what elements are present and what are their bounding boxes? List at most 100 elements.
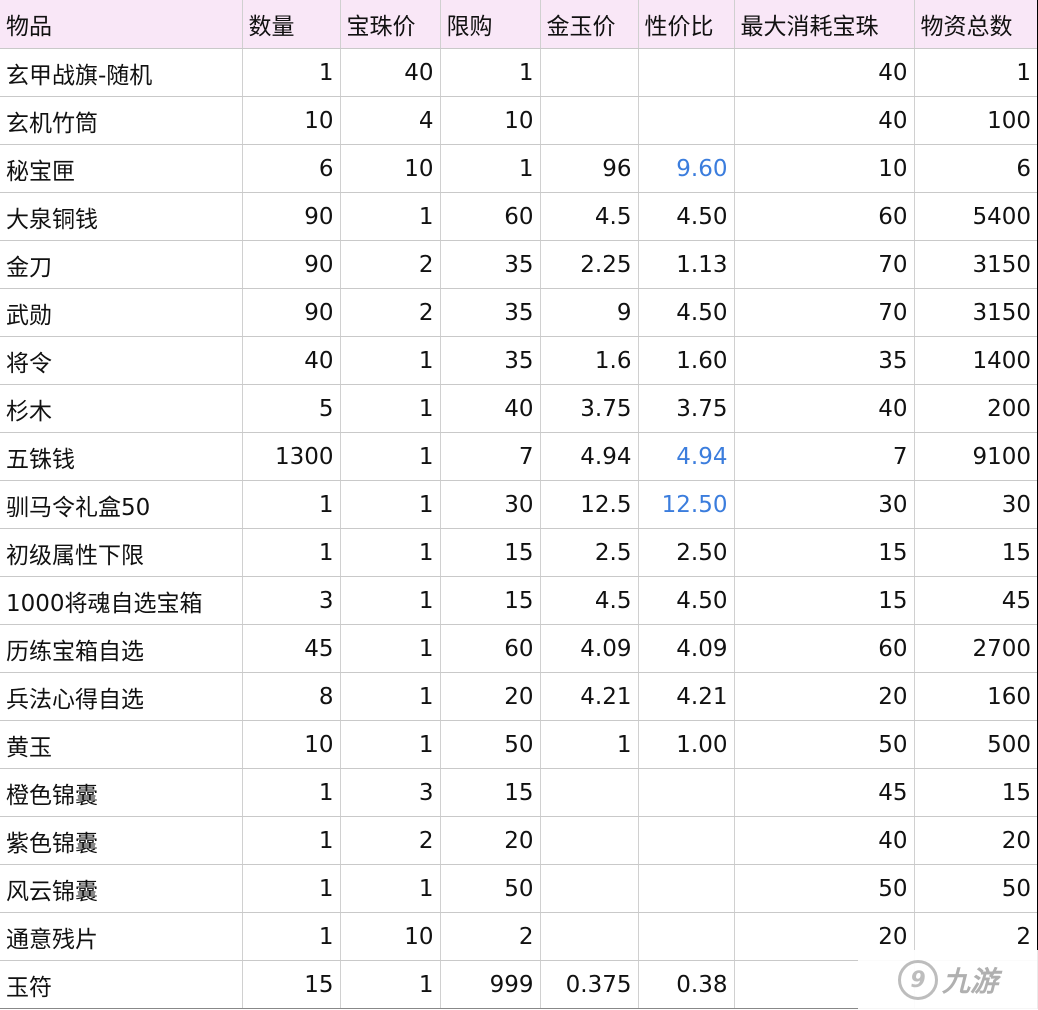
col-value-ratio-cell: [638, 912, 735, 961]
col-item-cell: 通意残片: [0, 912, 243, 961]
col-limit-cell: 20: [440, 672, 541, 721]
col-max-pearl-cell: 60: [734, 192, 915, 241]
col-total-cell: 15: [914, 528, 1038, 577]
col-jade-price-cell: [540, 912, 639, 961]
col-limit-cell: 15: [440, 576, 541, 625]
col-jade-price-cell: 2.5: [540, 528, 639, 577]
col-item-cell: 秘宝匣: [0, 144, 243, 193]
col-qty-cell: 90: [242, 192, 341, 241]
col-value-ratio-cell: [638, 48, 735, 97]
col-item-cell: 金刀: [0, 240, 243, 289]
col-total-cell: 30: [914, 480, 1038, 529]
col-max-pearl-header: 最大消耗宝珠: [734, 0, 915, 49]
col-limit-cell: 40: [440, 384, 541, 433]
col-value-ratio-cell: [638, 96, 735, 145]
col-max-pearl-cell: 20: [734, 672, 915, 721]
col-max-pearl-cell: 70: [734, 240, 915, 289]
col-limit-cell: 999: [440, 960, 541, 1009]
col-pearl-price-cell: 1: [340, 384, 441, 433]
table-row: 驯马令礼盒50 1 1 30 12.5 12.50 30 30: [0, 480, 1038, 529]
col-qty-cell: 3: [242, 576, 341, 625]
col-pearl-price-cell: 1: [340, 528, 441, 577]
col-max-pearl-cell: 50: [734, 864, 915, 913]
col-pearl-price-cell: 1: [340, 432, 441, 481]
col-total-cell: 5400: [914, 192, 1038, 241]
col-jade-price-cell: 0.375: [540, 960, 639, 1009]
col-item-cell: 玉符: [0, 960, 243, 1009]
col-max-pearl-cell: 40: [734, 384, 915, 433]
col-item-cell: 玄甲战旗-随机: [0, 48, 243, 97]
col-qty-cell: 10: [242, 720, 341, 769]
col-item-cell: 历练宝箱自选: [0, 624, 243, 673]
col-jade-price-cell: [540, 96, 639, 145]
col-qty-cell: 1: [242, 528, 341, 577]
col-value-ratio-cell: 4.21: [638, 672, 735, 721]
col-pearl-price-cell: 1: [340, 624, 441, 673]
table-row: 历练宝箱自选 45 1 60 4.09 4.09 60 2700: [0, 624, 1038, 673]
col-limit-cell: 35: [440, 288, 541, 337]
table-row: 黄玉 10 1 50 1 1.00 50 500: [0, 720, 1038, 769]
col-total-cell: 50: [914, 864, 1038, 913]
watermark: 9 九游: [858, 950, 1038, 1010]
col-pearl-price-cell: 2: [340, 816, 441, 865]
table-row: 玄机竹筒 10 4 10 40 100: [0, 96, 1038, 145]
col-pearl-price-cell: 4: [340, 96, 441, 145]
col-pearl-price-cell: 2: [340, 240, 441, 289]
table-row: 初级属性下限 1 1 15 2.5 2.50 15 15: [0, 528, 1038, 577]
col-value-ratio-cell: 1.00: [638, 720, 735, 769]
col-total-cell: 100: [914, 96, 1038, 145]
col-value-ratio-cell: 0.38: [638, 960, 735, 1009]
table-row: 大泉铜钱 90 1 60 4.5 4.50 60 5400: [0, 192, 1038, 241]
col-pearl-price-cell: 10: [340, 912, 441, 961]
col-jade-price-cell: 4.5: [540, 576, 639, 625]
col-jade-price-cell: 96: [540, 144, 639, 193]
col-pearl-price-cell: 1: [340, 960, 441, 1009]
col-jade-price-cell: 3.75: [540, 384, 639, 433]
col-max-pearl-cell: 45: [734, 768, 915, 817]
col-jade-price-cell: [540, 816, 639, 865]
table-row: 兵法心得自选 8 1 20 4.21 4.21 20 160: [0, 672, 1038, 721]
col-limit-cell: 30: [440, 480, 541, 529]
table-row: 五铢钱 1300 1 7 4.94 4.94 7 9100: [0, 432, 1038, 481]
col-limit-cell: 50: [440, 720, 541, 769]
col-qty-cell: 5: [242, 384, 341, 433]
col-max-pearl-cell: 70: [734, 288, 915, 337]
col-pearl-price-cell: 1: [340, 576, 441, 625]
col-jade-price-cell: 4.94: [540, 432, 639, 481]
col-max-pearl-cell: 40: [734, 816, 915, 865]
col-pearl-price-cell: 1: [340, 336, 441, 385]
col-qty-cell: 1: [242, 864, 341, 913]
col-max-pearl-cell: 60: [734, 624, 915, 673]
col-pearl-price-cell: 40: [340, 48, 441, 97]
col-pearl-price-header: 宝珠价: [340, 0, 441, 49]
table-row: 金刀 90 2 35 2.25 1.13 70 3150: [0, 240, 1038, 289]
col-total-cell: 15: [914, 768, 1038, 817]
col-qty-cell: 1: [242, 912, 341, 961]
col-total-cell: 6: [914, 144, 1038, 193]
col-item-cell: 玄机竹筒: [0, 96, 243, 145]
col-total-cell: 1400: [914, 336, 1038, 385]
col-qty-cell: 1300: [242, 432, 341, 481]
col-value-ratio-cell: 4.50: [638, 192, 735, 241]
jiuyou-logo-icon: 9: [897, 960, 938, 1000]
col-limit-cell: 15: [440, 528, 541, 577]
table-row: 风云锦囊 1 1 50 50 50: [0, 864, 1038, 913]
col-value-ratio-cell: 12.50: [638, 480, 735, 529]
col-total-cell: 500: [914, 720, 1038, 769]
col-item-cell: 1000将魂自选宝箱: [0, 576, 243, 625]
col-pearl-price-cell: 1: [340, 192, 441, 241]
col-max-pearl-cell: 40: [734, 96, 915, 145]
col-total-cell: 3150: [914, 288, 1038, 337]
col-item-cell: 初级属性下限: [0, 528, 243, 577]
col-item-cell: 武勋: [0, 288, 243, 337]
col-jade-price-cell: [540, 48, 639, 97]
col-value-ratio-cell: [638, 768, 735, 817]
col-limit-cell: 2: [440, 912, 541, 961]
col-jade-price-cell: 4.09: [540, 624, 639, 673]
col-jade-price-cell: 12.5: [540, 480, 639, 529]
col-jade-price-cell: 4.5: [540, 192, 639, 241]
col-total-cell: 1: [914, 48, 1038, 97]
col-limit-cell: 10: [440, 96, 541, 145]
col-limit-cell: 1: [440, 144, 541, 193]
col-qty-header: 数量: [242, 0, 341, 49]
